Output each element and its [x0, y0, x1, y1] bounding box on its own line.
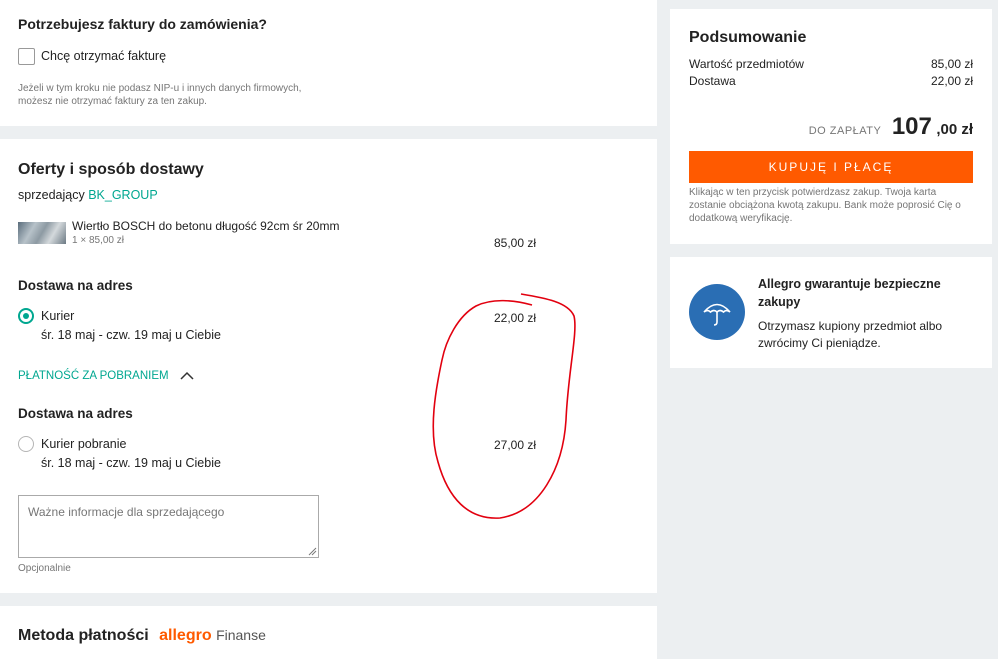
offers-title: Oferty i sposób dostawy	[18, 161, 204, 178]
item-thumbnail[interactable]	[18, 222, 66, 244]
cod-courier-name[interactable]: Kurier pobranie	[41, 437, 126, 451]
seller-line: sprzedający BK_GROUP	[18, 188, 158, 202]
seller-link[interactable]: BK_GROUP	[88, 188, 157, 202]
umbrella-icon	[689, 284, 745, 340]
items-value-label: Wartość przedmiotów	[689, 57, 804, 71]
delivery-value: 22,00 zł	[930, 74, 973, 88]
items-value: 85,00 zł	[930, 57, 973, 71]
buy-and-pay-button[interactable]: KUPUJĘ I PŁACĘ	[689, 151, 973, 183]
payment-brand-suffix: Finanse	[216, 627, 266, 643]
payment-title-text: Metoda płatności	[18, 627, 149, 644]
cod-courier-dates: śr. 18 maj - czw. 19 maj u Ciebie	[41, 456, 221, 470]
guarantee-section: Allegro gwarantuje bezpieczne zakupy Otr…	[670, 257, 992, 368]
invoice-checkbox[interactable]	[18, 48, 35, 65]
payment-section: Metoda płatności allegro Finanse	[0, 606, 657, 659]
invoice-note-line1: Jeżeli w tym kroku nie podasz NIP-u i in…	[18, 83, 302, 94]
guarantee-text-line1: Otrzymasz kupiony przedmiot albo	[758, 319, 943, 333]
seller-prefix: sprzedający	[18, 188, 85, 202]
cod-courier-price: 27,00 zł	[494, 438, 537, 452]
chevron-up-icon[interactable]	[180, 371, 194, 381]
disclaimer-line1: Klikając w ten przycisk potwierdzasz zak…	[689, 187, 937, 198]
invoice-note-line2: możesz nie otrzymać faktury za ten zakup…	[18, 96, 207, 107]
item-name[interactable]: Wiertło BOSCH do betonu długość 92cm śr …	[72, 219, 339, 233]
cod-courier-radio[interactable]	[18, 436, 34, 452]
summary-section: Podsumowanie Wartość przedmiotów 85,00 z…	[670, 9, 992, 244]
total-cents: ,00 zł	[936, 121, 973, 138]
invoice-section: Potrzebujesz faktury do zamówienia? Chcę…	[0, 0, 657, 126]
summary-title: Podsumowanie	[689, 29, 807, 46]
courier-dates: śr. 18 maj - czw. 19 maj u Ciebie	[41, 328, 221, 342]
invoice-title: Potrzebujesz faktury do zamówienia?	[18, 16, 267, 32]
guarantee-title-line2: zakupy	[758, 295, 801, 309]
courier-name[interactable]: Kurier	[41, 309, 74, 323]
to-pay-label: DO ZAPŁATY	[808, 125, 882, 137]
courier-radio[interactable]	[18, 308, 34, 324]
courier-price: 22,00 zł	[494, 311, 537, 325]
resize-handle-icon[interactable]	[308, 547, 317, 556]
guarantee-title-line1: Allegro gwarantuje bezpieczne	[758, 277, 941, 291]
right-lower-panel	[657, 606, 670, 659]
disclaimer-line2: zostanie obciążona kwotą zakupu. Bank mo…	[689, 200, 961, 211]
allegro-logo: allegro	[159, 627, 212, 644]
item-qty: 1 × 85,00 zł	[72, 235, 124, 246]
invoice-checkbox-label[interactable]: Chcę otrzymać fakturę	[41, 49, 166, 63]
guarantee-text-line2: zwrócimy Ci pieniądze.	[758, 336, 881, 350]
delivery-label: Dostawa	[689, 74, 736, 88]
item-price: 85,00 zł	[494, 236, 537, 250]
total-line: DO ZAPŁATY 107 ,00 zł	[809, 113, 973, 141]
delivery2-title: Dostawa na adres	[18, 406, 133, 421]
total-amount: 107	[891, 113, 932, 140]
cod-toggle[interactable]: PŁATNOŚĆ ZA POBRANIEM	[18, 370, 194, 382]
disclaimer-line3: dodatkową weryfikację.	[689, 213, 793, 224]
delivery1-title: Dostawa na adres	[18, 278, 133, 293]
optional-label: Opcjonalnie	[18, 563, 71, 574]
cod-toggle-label[interactable]: PŁATNOŚĆ ZA POBRANIEM	[18, 370, 169, 382]
payment-title: Metoda płatności allegro Finanse	[18, 627, 266, 645]
seller-note-input[interactable]	[18, 495, 319, 558]
